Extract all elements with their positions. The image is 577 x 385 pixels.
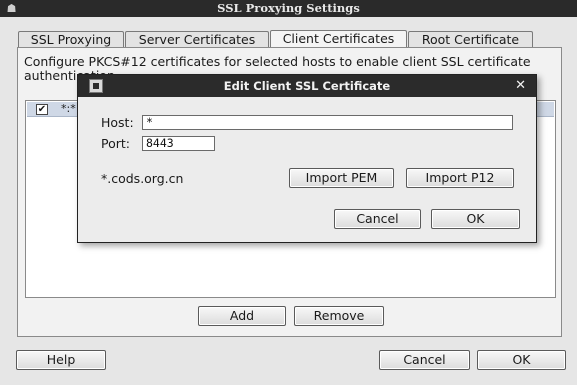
tab-server-certificates[interactable]: Server Certificates [125, 31, 269, 48]
port-label: Port: [101, 136, 130, 151]
certificate-name: *.cods.org.cn [101, 171, 184, 186]
edit-client-ssl-certificate-dialog: Edit Client SSL Certificate ✕ Host: * Po… [77, 74, 537, 243]
tab-root-certificate[interactable]: Root Certificate [408, 31, 533, 48]
cancel-button[interactable]: Cancel [379, 350, 470, 370]
import-pem-button[interactable]: Import PEM [289, 168, 394, 188]
window-title: SSL Proxying Settings [217, 1, 360, 15]
host-field[interactable]: * [142, 115, 513, 130]
row-host: *:* [61, 102, 76, 115]
port-field[interactable]: 8443 [142, 136, 215, 151]
tab-ssl-proxying[interactable]: SSL Proxying [18, 31, 124, 48]
enabled-checkbox[interactable]: ✔ [36, 104, 48, 115]
import-p12-button[interactable]: Import P12 [406, 168, 514, 188]
check-icon: ✔ [37, 104, 47, 115]
window-titlebar[interactable]: ☗ SSL Proxying Settings [0, 0, 577, 17]
dialog-titlebar[interactable]: Edit Client SSL Certificate ✕ [78, 75, 536, 97]
dialog-cancel-button[interactable]: Cancel [334, 209, 421, 229]
add-button[interactable]: Add [198, 306, 286, 326]
close-icon[interactable]: ✕ [515, 78, 526, 94]
dialog-ok-button[interactable]: OK [431, 209, 520, 229]
ok-button[interactable]: OK [477, 350, 566, 370]
remove-button[interactable]: Remove [294, 306, 384, 326]
dialog-title: Edit Client SSL Certificate [223, 79, 391, 93]
host-label: Host: [101, 115, 134, 130]
help-button[interactable]: Help [16, 350, 106, 370]
